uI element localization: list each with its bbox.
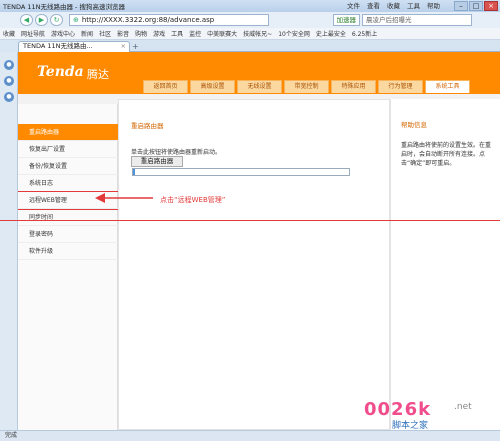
forward-button[interactable]: ▶: [35, 14, 48, 26]
tab-home[interactable]: 返回首页: [143, 80, 188, 93]
page-icon: ⊕: [73, 16, 79, 24]
close-tab-icon[interactable]: ×: [121, 42, 126, 51]
sidebar-app-icon[interactable]: ●: [4, 60, 14, 70]
annotation-arrow-icon: [95, 193, 153, 203]
bookmark-item[interactable]: 游戏: [153, 29, 165, 38]
main-panel: 重启路由器 单击此按钮将使路由器重新启动。 重启路由器: [118, 99, 390, 430]
window-controls: – □ ×: [454, 1, 498, 11]
sidebar-item-time-sync[interactable]: 同步时间: [18, 209, 118, 226]
menu-view[interactable]: 查看: [367, 0, 380, 12]
url-text: http://XXXX.3322.org:88/advance.asp: [81, 16, 215, 24]
menu-tools[interactable]: 工具: [407, 0, 420, 12]
back-button[interactable]: ◀: [20, 14, 33, 26]
bookmark-item[interactable]: 社区: [99, 29, 111, 38]
accelerate-button[interactable]: 加速器: [332, 14, 360, 26]
tab-system-tools[interactable]: 系统工具: [425, 80, 470, 93]
sidebar-item-factory-reset[interactable]: 恢复出厂设置: [18, 141, 118, 158]
bookmark-item[interactable]: 工具: [171, 29, 183, 38]
navigation-bar: ◀ ▶ ↻ ⊕ http://XXXX.3322.org:88/advance.…: [0, 12, 500, 28]
sidebar-app-icon[interactable]: ●: [4, 76, 14, 86]
content-area: 重启路由器 恢复出厂设置 备份/恢复设置 系统日志 远程WEB管理 同步时间 登…: [18, 94, 500, 430]
router-header: Tenda 腾达 返回首页 高级设置 无线设置 带宽控制 特殊应用 行为管理 系…: [18, 52, 500, 94]
browser-tab[interactable]: TENDA 11N无线路由... ×: [18, 41, 130, 52]
bookmark-item[interactable]: 监控: [189, 29, 201, 38]
title-bar: TENDA 11N无线路由器 - 搜狗高速浏览器 文件 查看 收藏 工具 帮助 …: [0, 0, 500, 12]
sidebar-item-upgrade[interactable]: 软件升级: [18, 243, 118, 260]
menu-help[interactable]: 帮助: [427, 0, 440, 12]
watermark-number: 0026k: [364, 399, 432, 420]
sidebar-item-password[interactable]: 登录密码: [18, 226, 118, 243]
sidebar-item-backup[interactable]: 备份/恢复设置: [18, 158, 118, 175]
reload-button[interactable]: ↻: [50, 14, 63, 26]
bookmark-item[interactable]: 技威帐兄~: [243, 29, 272, 38]
watermark-domain: .net: [454, 402, 472, 412]
watermark-cn: 脚本之家: [392, 421, 429, 431]
router-sidebar: 重启路由器 恢复出厂设置 备份/恢复设置 系统日志 远程WEB管理 同步时间 登…: [18, 104, 119, 430]
sidebar-item-syslog[interactable]: 系统日志: [18, 175, 118, 192]
help-panel: 帮助信息 重启路由将使前的设置生效。在重启时，会自动断开所有连接。点击“确定”即…: [390, 99, 500, 430]
tab-advanced[interactable]: 高级设置: [190, 80, 235, 93]
bookmark-item[interactable]: 新闻: [81, 29, 93, 38]
menu-favorites[interactable]: 收藏: [387, 0, 400, 12]
tab-bar: TENDA 11N无线路由... × +: [18, 40, 500, 52]
bookmark-item[interactable]: 史上最安全: [316, 29, 346, 38]
close-icon[interactable]: ×: [484, 1, 498, 11]
maximize-icon[interactable]: □: [469, 1, 483, 11]
annotation-line: [0, 220, 500, 221]
reboot-button[interactable]: 重启路由器: [131, 156, 183, 167]
progress-fill: [133, 169, 136, 175]
address-bar[interactable]: ⊕ http://XXXX.3322.org:88/advance.asp: [69, 14, 269, 26]
bookmark-item[interactable]: 收藏: [3, 29, 15, 38]
tenda-logo-cn: 腾达: [87, 68, 109, 81]
bookmark-item[interactable]: 10个安全网: [278, 29, 310, 38]
bookmark-item[interactable]: 影音: [117, 29, 129, 38]
reboot-description: 单击此按钮将使路由器重新启动。: [131, 149, 222, 156]
status-text: 完成: [5, 432, 18, 439]
help-text: 重启路由将使前的设置生效。在重启时，会自动断开所有连接。点击“确定”即可重启。: [401, 142, 492, 167]
annotation-text: 点击“远程WEB管理”: [160, 196, 226, 204]
search-input[interactable]: 晨凌户后招曝光: [362, 14, 472, 26]
bookmark-item[interactable]: 6.25新上: [352, 29, 377, 38]
menu-file[interactable]: 文件: [347, 0, 360, 12]
section-title: 重启路由器: [131, 122, 164, 130]
menu-bar: 文件 查看 收藏 工具 帮助: [347, 0, 440, 12]
bookmark-item[interactable]: 网址导航: [21, 29, 45, 38]
tenda-logo: Tenda: [37, 64, 84, 80]
help-title: 帮助信息: [401, 121, 427, 129]
tab-title: TENDA 11N无线路由...: [23, 42, 93, 50]
router-admin-page: Tenda 腾达 返回首页 高级设置 无线设置 带宽控制 特殊应用 行为管理 系…: [18, 52, 500, 430]
status-bar: 完成: [0, 430, 500, 441]
tab-behavior[interactable]: 行为管理: [378, 80, 423, 93]
side-toolbar: ● ● ●: [0, 52, 18, 430]
watermark-logo: 0026k .net 脚本之家: [352, 396, 492, 431]
window-title: TENDA 11N无线路由器 - 搜狗高速浏览器: [3, 3, 125, 11]
reboot-progress-bar: [132, 168, 350, 176]
bookmark-item[interactable]: 游戏中心: [51, 29, 75, 38]
tab-bandwidth[interactable]: 带宽控制: [284, 80, 329, 93]
router-nav-tabs: 返回首页 高级设置 无线设置 带宽控制 特殊应用 行为管理 系统工具: [143, 80, 470, 94]
sidebar-app-icon[interactable]: ●: [4, 92, 14, 102]
minimize-icon[interactable]: –: [454, 1, 468, 11]
tab-special[interactable]: 特殊应用: [331, 80, 376, 93]
bookmarks-bar: 收藏 网址导航 游戏中心 新闻 社区 影音 购物 游戏 工具 监控 中美联赛大 …: [0, 28, 500, 40]
sidebar-item-reboot[interactable]: 重启路由器: [18, 124, 118, 141]
tab-wireless[interactable]: 无线设置: [237, 80, 282, 93]
new-tab-icon[interactable]: +: [132, 42, 139, 51]
bookmark-item[interactable]: 中美联赛大: [207, 29, 237, 38]
bookmark-item[interactable]: 购物: [135, 29, 147, 38]
